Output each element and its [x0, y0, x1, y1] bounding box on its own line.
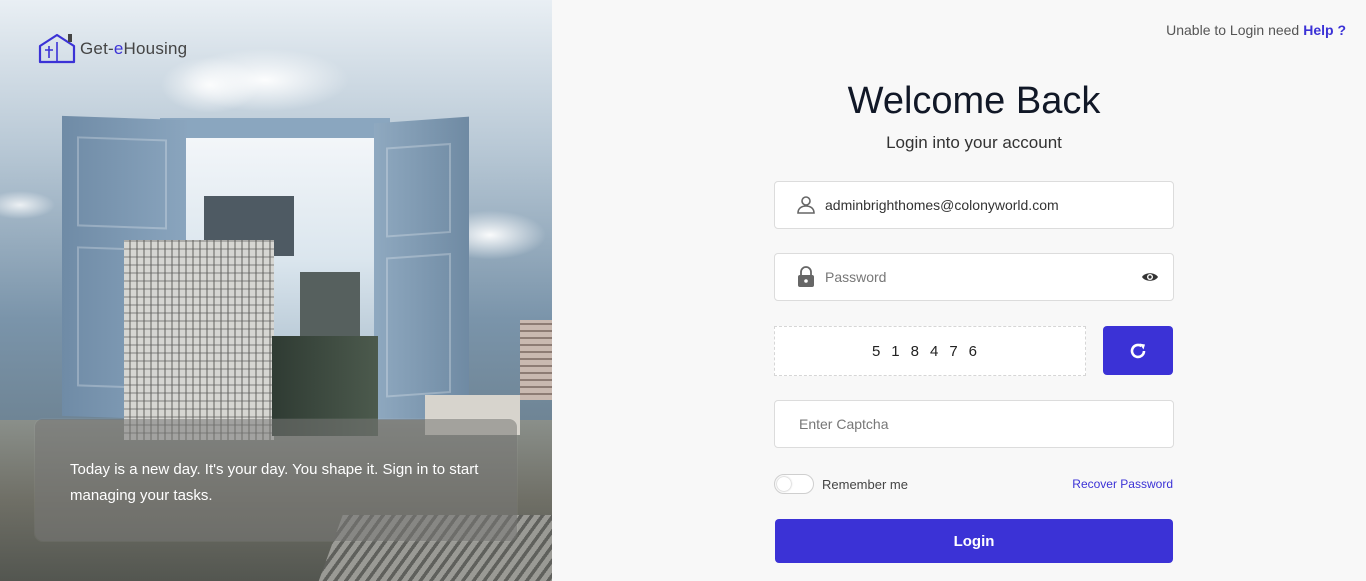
- user-icon: [795, 194, 817, 216]
- help-line: Unable to Login need Help ?: [1166, 22, 1346, 38]
- lock-icon: [795, 266, 817, 288]
- password-input[interactable]: [825, 254, 1141, 300]
- toggle-knob: [777, 477, 791, 491]
- help-text: Unable to Login need: [1166, 22, 1300, 38]
- building: [124, 240, 274, 440]
- hero-panel: Get-eHousing Today is a new day. It's yo…: [0, 0, 552, 581]
- login-button[interactable]: Login: [775, 519, 1173, 563]
- captcha-field[interactable]: [774, 400, 1174, 448]
- captcha-display: 518476: [774, 326, 1086, 376]
- remember-me[interactable]: Remember me: [774, 474, 908, 494]
- remember-toggle[interactable]: [774, 474, 814, 494]
- quote-text: Today is a new day. It's your day. You s…: [70, 461, 479, 504]
- building: [520, 320, 552, 400]
- eye-icon[interactable]: [1141, 268, 1159, 286]
- remember-label: Remember me: [822, 476, 908, 492]
- help-link[interactable]: Help ?: [1303, 22, 1346, 38]
- password-field[interactable]: [774, 253, 1174, 301]
- recover-password-link[interactable]: Recover Password: [1072, 477, 1173, 491]
- page-subtitle: Login into your account: [886, 133, 1062, 152]
- brand-logo[interactable]: Get-eHousing: [37, 32, 187, 66]
- building: [300, 272, 360, 342]
- email-field[interactable]: [774, 181, 1174, 229]
- house-logo-icon: [38, 33, 76, 64]
- brand-name: Get-eHousing: [80, 39, 188, 58]
- refresh-icon: [1130, 343, 1146, 358]
- page-title: Welcome Back: [847, 80, 1101, 122]
- email-input[interactable]: [825, 182, 1173, 228]
- captcha-input[interactable]: [775, 401, 1173, 447]
- quote-card: Today is a new day. It's your day. You s…: [35, 419, 517, 541]
- open-door-right: [374, 116, 469, 424]
- captcha-refresh-button[interactable]: [1103, 326, 1173, 375]
